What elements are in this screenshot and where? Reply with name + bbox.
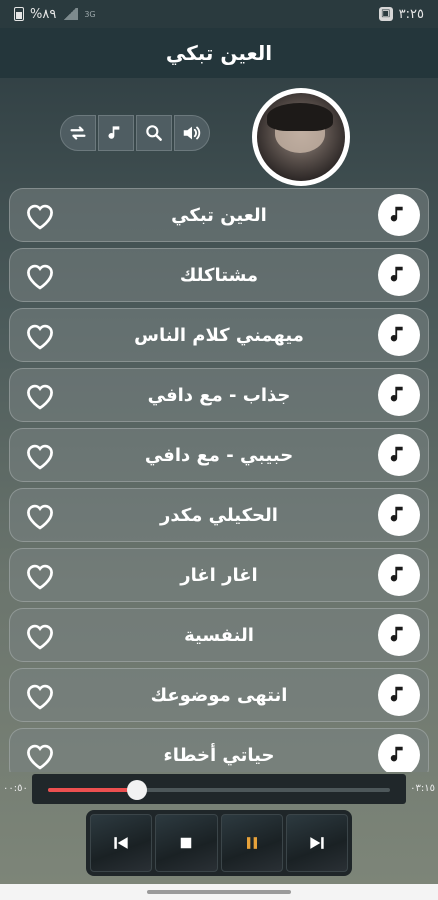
status-bar: %٨٩ 3G ▣ ٣:٢٥	[0, 0, 438, 28]
battery-icon	[14, 7, 24, 21]
home-indicator[interactable]	[147, 890, 291, 894]
system-nav-bar	[0, 884, 438, 900]
song-row[interactable]: النفسية	[9, 608, 429, 662]
total-time: ٠٣:١٥	[410, 783, 435, 794]
signal-icon	[62, 8, 79, 20]
control-group	[60, 115, 210, 153]
app-title: العين تبكي	[165, 41, 273, 65]
song-row[interactable]: الحكيلي مكدر	[9, 488, 429, 542]
song-title: النفسية	[184, 624, 254, 646]
transport-controls	[86, 810, 352, 876]
song-row[interactable]: مشتاكلك	[9, 248, 429, 302]
music-note-icon	[388, 442, 410, 468]
favorite-heart-icon[interactable]	[20, 317, 60, 353]
repeat-button[interactable]	[60, 115, 96, 151]
music-note-icon	[388, 322, 410, 348]
play-song-button[interactable]	[378, 674, 420, 716]
previous-button[interactable]	[90, 814, 153, 872]
battery-percent: %٨٩	[30, 6, 57, 22]
play-song-button[interactable]	[378, 194, 420, 236]
play-song-button[interactable]	[378, 434, 420, 476]
previous-icon	[114, 837, 128, 849]
next-icon	[310, 837, 324, 849]
song-row[interactable]: حياتي أخطاء	[9, 728, 429, 772]
song-title: الحكيلي مكدر	[160, 504, 278, 526]
play-song-button[interactable]	[378, 314, 420, 356]
search-icon	[146, 125, 162, 141]
song-title: ميهمني كلام الناس	[134, 324, 304, 346]
volume-button[interactable]	[174, 115, 210, 151]
favorite-heart-icon[interactable]	[20, 557, 60, 593]
elapsed-time: ٠٠:٥٠	[3, 783, 28, 794]
stop-button[interactable]	[155, 814, 218, 872]
seek-handle[interactable]	[126, 780, 147, 800]
seek-progress	[48, 788, 137, 792]
search-button[interactable]	[136, 115, 172, 151]
pause-icon	[246, 837, 257, 849]
music-note-icon	[388, 682, 410, 708]
seek-track[interactable]	[48, 780, 390, 800]
play-song-button[interactable]	[378, 494, 420, 536]
play-song-button[interactable]	[378, 254, 420, 296]
music-note-icon	[108, 126, 120, 139]
song-row[interactable]: ميهمني كلام الناس	[9, 308, 429, 362]
repeat-icon	[70, 126, 86, 140]
song-title: العين تبكي	[171, 204, 267, 226]
music-note-icon	[388, 382, 410, 408]
favorite-heart-icon[interactable]	[20, 197, 60, 233]
play-song-button[interactable]	[378, 554, 420, 596]
song-title: جذاب - مع دافي	[147, 384, 291, 406]
player-bar: ٠٠:٥٠ ٠٣:١٥	[0, 772, 438, 884]
song-title: اغار اغار	[180, 564, 258, 586]
app-title-bar: العين تبكي	[0, 28, 438, 78]
music-button[interactable]	[98, 115, 134, 151]
music-note-icon	[388, 742, 410, 768]
status-left: %٨٩ 3G	[14, 7, 96, 22]
music-note-icon	[388, 622, 410, 648]
song-list[interactable]: العين تبكي مشتاكلك ميهمني كلام الناس جذاب -…	[9, 188, 429, 772]
artist-avatar	[252, 88, 350, 186]
song-title: مشتاكلك	[179, 264, 259, 286]
favorite-heart-icon[interactable]	[20, 677, 60, 713]
artist-photo	[257, 93, 345, 181]
song-title: حياتي أخطاء	[163, 744, 275, 766]
song-row[interactable]: العين تبكي	[9, 188, 429, 242]
favorite-heart-icon[interactable]	[20, 257, 60, 293]
song-row[interactable]: جذاب - مع دافي	[9, 368, 429, 422]
network-type: 3G	[84, 9, 96, 19]
music-note-icon	[388, 262, 410, 288]
next-button[interactable]	[285, 814, 348, 872]
play-song-button[interactable]	[378, 614, 420, 656]
song-title: انتهى موضوعك	[150, 684, 288, 706]
volume-icon	[183, 126, 201, 140]
pause-button[interactable]	[220, 814, 283, 872]
status-right: ▣ ٣:٢٥	[378, 6, 424, 22]
song-title: حبيبي - مع دافي	[144, 444, 294, 466]
play-song-button[interactable]	[378, 374, 420, 416]
music-note-icon	[388, 502, 410, 528]
favorite-heart-icon[interactable]	[20, 497, 60, 533]
music-note-icon	[388, 562, 410, 588]
music-note-icon	[388, 202, 410, 228]
notification-icon: ▣	[378, 7, 393, 21]
clock: ٣:٢٥	[398, 6, 424, 22]
song-row[interactable]: حبيبي - مع دافي	[9, 428, 429, 482]
favorite-heart-icon[interactable]	[20, 437, 60, 473]
favorite-heart-icon[interactable]	[20, 737, 60, 772]
song-row[interactable]: اغار اغار	[9, 548, 429, 602]
favorite-heart-icon[interactable]	[20, 377, 60, 413]
seek-bar[interactable]	[32, 774, 406, 804]
song-row[interactable]: انتهى موضوعك	[9, 668, 429, 722]
play-song-button[interactable]	[378, 734, 420, 772]
favorite-heart-icon[interactable]	[20, 617, 60, 653]
stop-icon	[181, 837, 192, 849]
